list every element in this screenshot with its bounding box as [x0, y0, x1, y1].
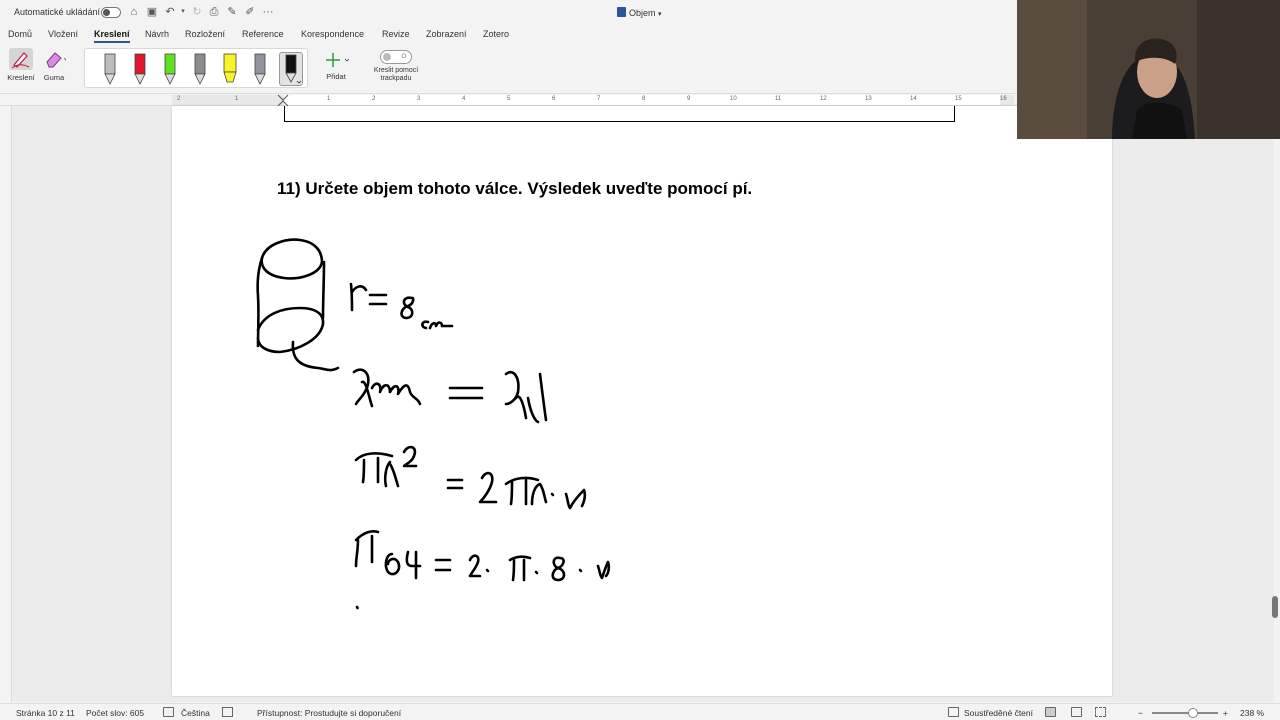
- pen-red[interactable]: [130, 52, 150, 86]
- proofing-icon[interactable]: [163, 707, 174, 717]
- document-title[interactable]: Objem ▾: [617, 7, 662, 18]
- accessibility-status[interactable]: Přístupnost: Prostudujte si doporučení: [257, 708, 401, 718]
- tab-review[interactable]: Revize: [382, 29, 410, 39]
- ruler-number: 16: [1000, 96, 1007, 102]
- draw-tool-button[interactable]: Kreslení: [3, 48, 39, 82]
- ruler-left-margin: [172, 95, 284, 105]
- redo-icon[interactable]: ↻: [190, 5, 204, 19]
- outline-view-icon[interactable]: [1095, 707, 1106, 717]
- pen-dark-gray[interactable]: [190, 52, 210, 86]
- horizontal-ruler[interactable]: 2 1 1 2 3 4 5 6 7 8 9 10 11 12 13 14 15 …: [0, 93, 1017, 107]
- ruler-number: 13: [865, 96, 872, 102]
- word-count[interactable]: Počet slov: 605: [86, 708, 144, 718]
- highlighter-yellow[interactable]: [220, 52, 240, 86]
- chevron-down-icon: ▾: [658, 11, 662, 18]
- add-pen-label: Přidat: [326, 72, 346, 81]
- trackpad-toggle-state: O: [401, 54, 406, 60]
- draw-tool-label: Kreslení: [7, 73, 35, 82]
- trackpad-toggle-switch[interactable]: O: [380, 50, 412, 64]
- ruler-number: 2: [372, 96, 376, 102]
- home-icon[interactable]: ⌂: [127, 5, 141, 19]
- autosave-label: Automatické ukládání: [14, 7, 101, 17]
- ruler-number: 7: [597, 96, 601, 102]
- webcam-person-image: [1017, 0, 1280, 139]
- print-icon[interactable]: ⎙: [207, 5, 221, 19]
- ruler-number: 1: [235, 96, 239, 102]
- tab-zotero[interactable]: Zotero: [483, 29, 509, 39]
- ruler-number: 9: [687, 96, 691, 102]
- tab-layout[interactable]: Rozložení: [185, 29, 225, 39]
- webcam-overlay: [1017, 0, 1280, 139]
- save-icon[interactable]: ▣: [145, 5, 159, 19]
- tab-references[interactable]: Reference: [242, 29, 284, 39]
- print-layout-view-icon[interactable]: [1045, 707, 1056, 717]
- pen-tray: [84, 48, 308, 88]
- tab-design[interactable]: Návrh: [145, 29, 169, 39]
- tab-insert[interactable]: Vložení: [48, 29, 78, 39]
- pen-black[interactable]: [279, 52, 303, 86]
- accessibility-icon[interactable]: [222, 707, 233, 717]
- draw-tool-icon: [9, 48, 33, 70]
- pen-gray[interactable]: [100, 52, 120, 86]
- ruler-number: 15: [955, 96, 962, 102]
- ribbon-tabs: Domů Vložení Kreslení Návrh Rozložení Re…: [0, 26, 1017, 44]
- previous-question-frame: [284, 106, 955, 122]
- ruler-number: 10: [730, 96, 737, 102]
- zoom-slider-knob[interactable]: [1188, 708, 1198, 718]
- ruler-number: 2: [177, 96, 181, 102]
- undo-icon[interactable]: ↶: [163, 5, 177, 19]
- ruler-number: 8: [642, 96, 646, 102]
- word-doc-icon: [617, 7, 626, 17]
- ruler-number: 12: [820, 96, 827, 102]
- undo-dropdown-icon[interactable]: ▾: [176, 5, 190, 19]
- ruler-number: 11: [775, 96, 782, 102]
- focus-mode-label[interactable]: Soustředěné čtení: [964, 708, 1033, 718]
- more-icon[interactable]: ···: [261, 5, 275, 19]
- document-title-text: Objem: [629, 8, 656, 18]
- eraser-tool-label: Guma: [43, 73, 65, 82]
- zoom-out-button[interactable]: −: [1138, 708, 1143, 718]
- eraser-icon: [42, 48, 69, 70]
- add-pen-button[interactable]: Přidat: [318, 50, 354, 81]
- ruler-track: 2 1 1 2 3 4 5 6 7 8 9 10 11 12 13 14 15 …: [172, 95, 1014, 105]
- trackpad-draw-toggle[interactable]: O Kreslit pomocí trackpadu: [366, 50, 426, 83]
- plus-icon: [326, 53, 350, 67]
- vertical-scrollbar-thumb[interactable]: [1272, 596, 1278, 618]
- ruler-number: 3: [417, 96, 421, 102]
- zoom-level[interactable]: 238 %: [1240, 708, 1264, 718]
- zoom-slider[interactable]: [1152, 712, 1218, 714]
- trackpad-label-line1: Kreslit pomocí: [373, 67, 419, 74]
- eraser-tool-button[interactable]: Guma: [36, 48, 72, 82]
- pen-green[interactable]: [160, 52, 180, 86]
- tab-view[interactable]: Zobrazení: [426, 29, 467, 39]
- ruler-number: 4: [462, 96, 466, 102]
- autosave-toggle[interactable]: [101, 7, 121, 18]
- web-layout-view-icon[interactable]: [1071, 707, 1082, 717]
- trackpad-label-line2: trackpadu: [380, 75, 412, 82]
- ruler-number: 5: [507, 96, 511, 102]
- ruler-number: 1: [327, 96, 331, 102]
- pen-gray-2[interactable]: [250, 52, 270, 86]
- ruler-number: 6: [552, 96, 556, 102]
- language-label[interactable]: Čeština: [181, 708, 210, 718]
- tab-draw[interactable]: Kreslení: [94, 29, 130, 43]
- format-painter-icon[interactable]: ✐: [243, 5, 257, 19]
- focus-mode-icon[interactable]: [948, 707, 959, 717]
- ruler-number: 14: [910, 96, 917, 102]
- page-count[interactable]: Stránka 10 z 11: [16, 708, 75, 718]
- tab-home[interactable]: Domů: [8, 29, 32, 39]
- tab-mailings[interactable]: Korespondence: [301, 29, 364, 39]
- status-bar: Stránka 10 z 11 Počet slov: 605 Čeština …: [0, 703, 1280, 720]
- question-heading: 11) Určete objem tohoto válce. Výsledek …: [277, 179, 753, 198]
- vertical-ruler[interactable]: [0, 106, 12, 702]
- draw-icon[interactable]: ✎: [225, 5, 239, 19]
- zoom-in-button[interactable]: +: [1223, 708, 1228, 718]
